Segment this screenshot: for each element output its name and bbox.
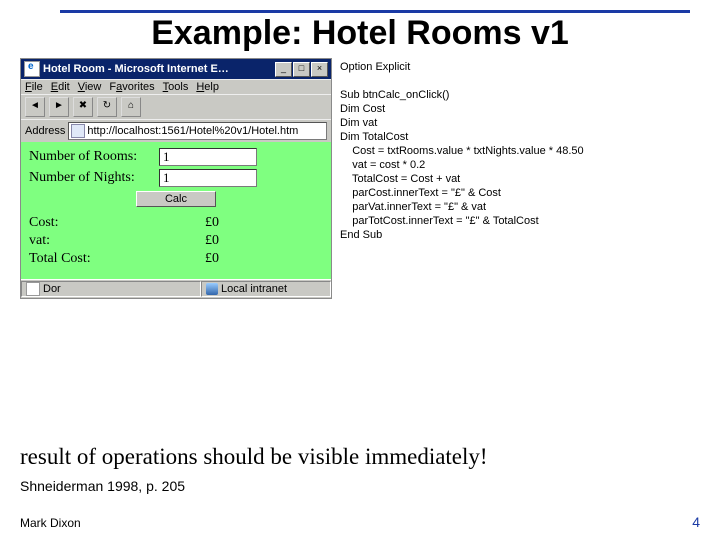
rooms-row: Number of Rooms: 1 xyxy=(29,148,323,166)
doc-icon xyxy=(26,282,40,296)
citation-text: Shneiderman 1998, p. 205 xyxy=(20,478,185,494)
menubar: File Edit View Favorites Tools Help xyxy=(21,79,331,94)
ie-icon xyxy=(24,61,40,77)
stop-button[interactable]: ✖ xyxy=(73,97,93,117)
menu-tools[interactable]: Tools xyxy=(163,81,189,93)
menu-favorites[interactable]: Favorites xyxy=(109,81,154,93)
vat-value: £0 xyxy=(159,233,219,249)
titlebar: Hotel Room - Microsoft Internet E… _ □ × xyxy=(21,59,331,79)
code-block: Option Explicit Sub btnCalc_onClick() Di… xyxy=(340,60,705,242)
forward-button[interactable]: ► xyxy=(49,97,69,117)
toolbar: ◄ ► ✖ ↻ ⌂ xyxy=(21,94,331,119)
refresh-button[interactable]: ↻ xyxy=(97,97,117,117)
menu-view[interactable]: View xyxy=(78,81,102,93)
calc-row: Calc xyxy=(29,191,323,207)
status-left: Dor xyxy=(21,281,201,297)
status-right-text: Local intranet xyxy=(221,283,287,295)
page-icon xyxy=(71,124,85,138)
maximize-button[interactable]: □ xyxy=(293,62,310,77)
back-button[interactable]: ◄ xyxy=(25,97,45,117)
conclusion-text: result of operations should be visible i… xyxy=(20,444,488,470)
total-label: Total Cost: xyxy=(29,251,159,267)
cost-row: Cost: £0 xyxy=(29,215,323,231)
minimize-button[interactable]: _ xyxy=(275,62,292,77)
intranet-icon xyxy=(206,283,218,295)
window-title: Hotel Room - Microsoft Internet E… xyxy=(43,63,274,75)
address-value: http://localhost:1561/Hotel%20v1/Hotel.h… xyxy=(87,125,298,137)
address-bar: Address http://localhost:1561/Hotel%20v1… xyxy=(21,119,331,142)
browser-window: Hotel Room - Microsoft Internet E… _ □ ×… xyxy=(20,58,332,299)
vat-label: vat: xyxy=(29,233,159,249)
page-content: Number of Rooms: 1 Number of Nights: 1 C… xyxy=(21,142,331,279)
calc-button[interactable]: Calc xyxy=(136,191,216,207)
slide-divider xyxy=(60,10,690,13)
menu-edit[interactable]: Edit xyxy=(51,81,70,93)
nights-row: Number of Nights: 1 xyxy=(29,169,323,187)
footer-page-number: 4 xyxy=(692,514,700,530)
total-row: Total Cost: £0 xyxy=(29,251,323,267)
menu-help[interactable]: Help xyxy=(196,81,219,93)
nights-input[interactable]: 1 xyxy=(159,169,257,187)
cost-label: Cost: xyxy=(29,215,159,231)
total-value: £0 xyxy=(159,251,219,267)
footer-author: Mark Dixon xyxy=(20,516,81,530)
home-button[interactable]: ⌂ xyxy=(121,97,141,117)
address-input[interactable]: http://localhost:1561/Hotel%20v1/Hotel.h… xyxy=(68,122,327,140)
vat-row: vat: £0 xyxy=(29,233,323,249)
rooms-input[interactable]: 1 xyxy=(159,148,257,166)
nights-label: Number of Nights: xyxy=(29,170,159,186)
menu-file[interactable]: File xyxy=(25,81,43,93)
status-left-text: Dor xyxy=(43,283,61,295)
status-right: Local intranet xyxy=(201,281,331,297)
close-button[interactable]: × xyxy=(311,62,328,77)
address-label: Address xyxy=(25,125,65,137)
status-bar: Dor Local intranet xyxy=(21,279,331,298)
rooms-label: Number of Rooms: xyxy=(29,149,159,165)
cost-value: £0 xyxy=(159,215,219,231)
slide-title: Example: Hotel Rooms v1 xyxy=(0,14,720,53)
